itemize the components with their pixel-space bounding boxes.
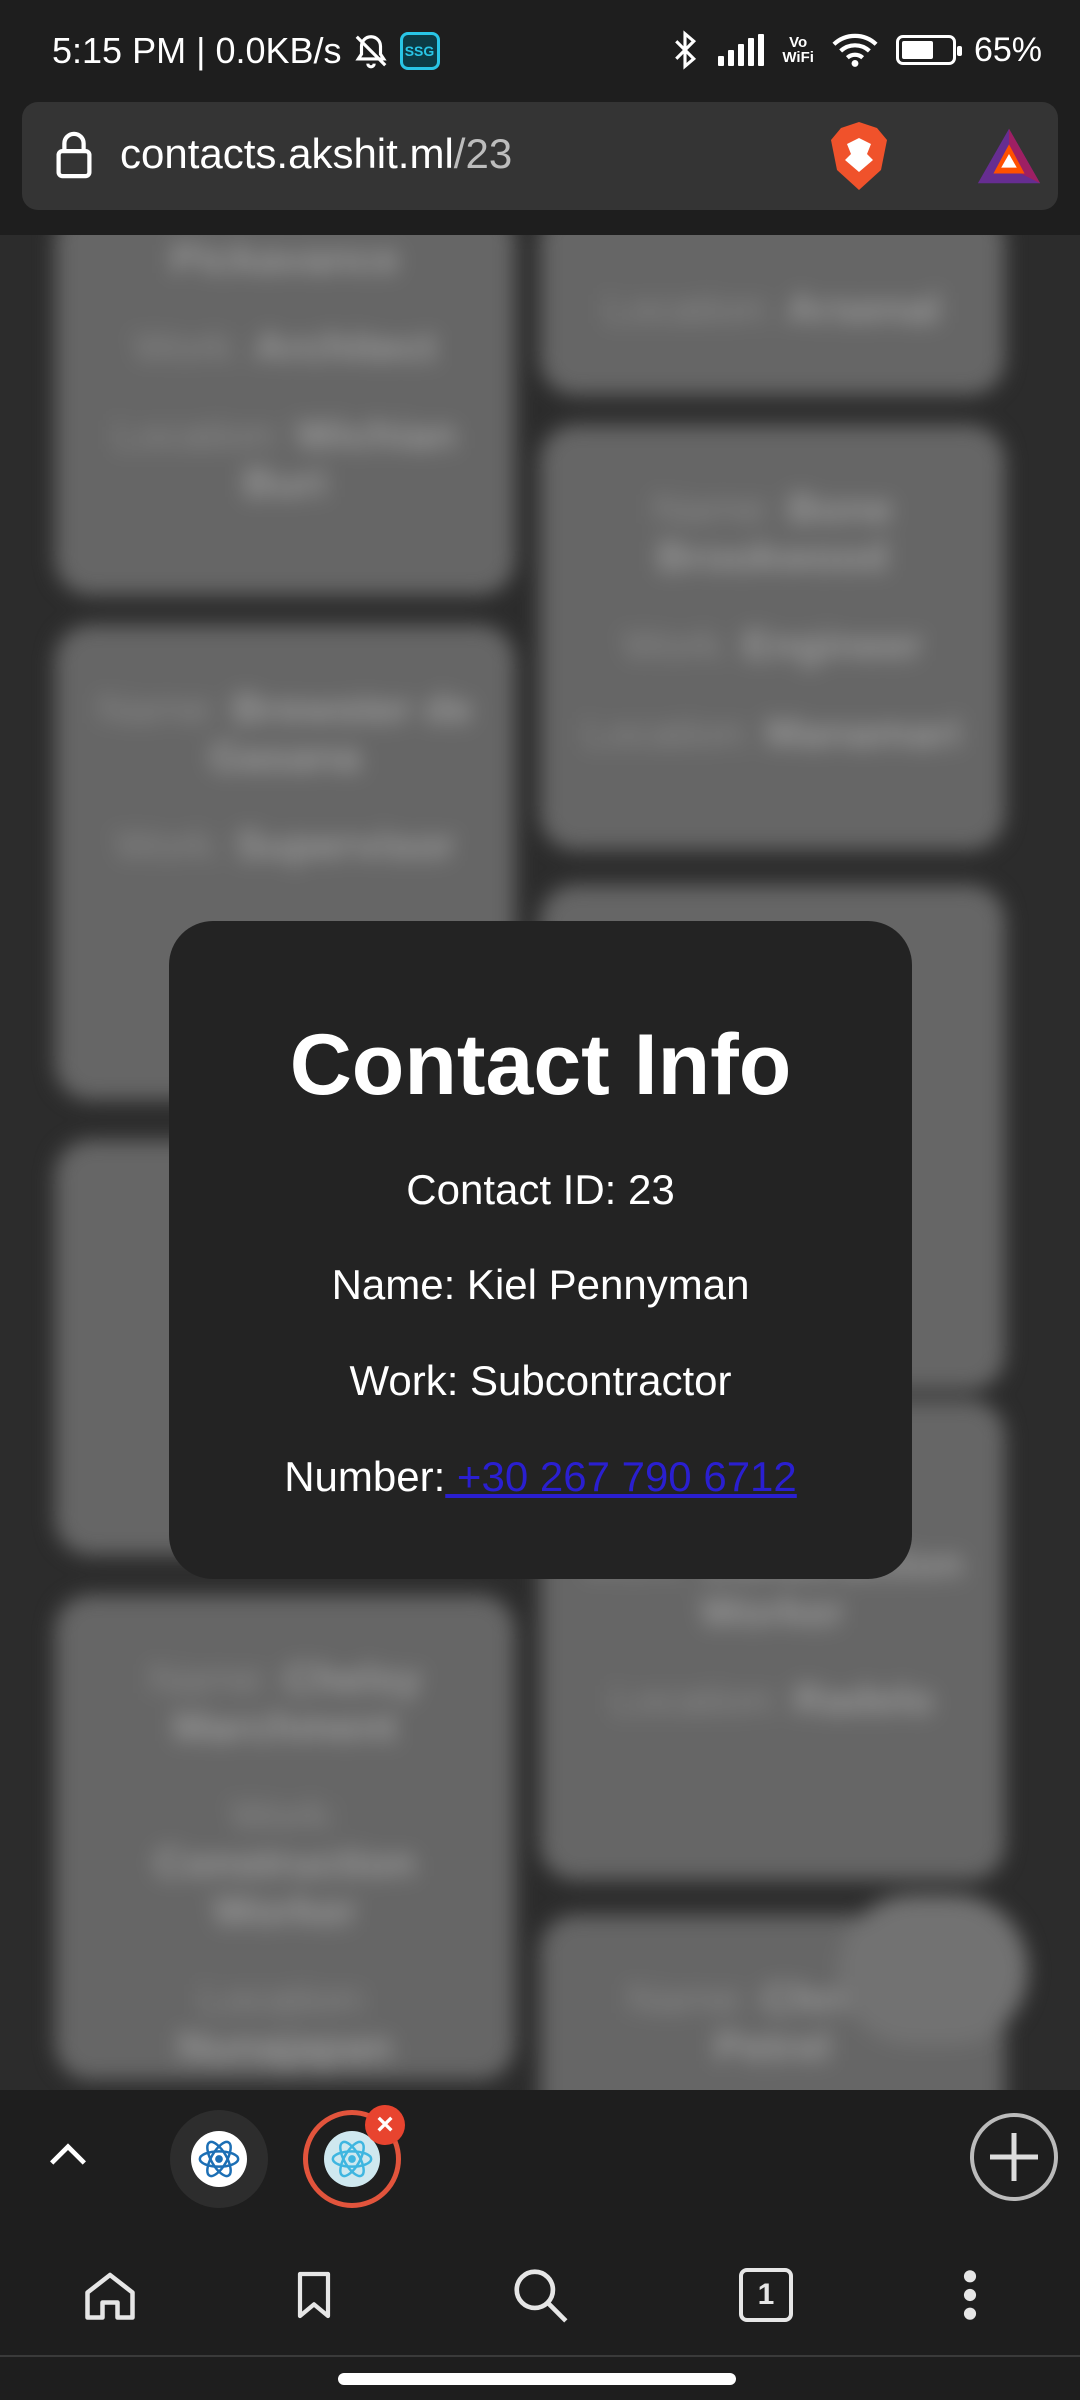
card-work: Construction Worker [154, 1839, 416, 1934]
battery-fill [901, 41, 934, 59]
contact-work: Work: Subcontractor [349, 1357, 732, 1404]
close-tab-icon[interactable]: × [365, 2105, 405, 2145]
card-name: Pickavance [170, 235, 400, 282]
search-icon [514, 2269, 568, 2323]
chevron-up-icon[interactable] [40, 2128, 96, 2184]
card-location: Manamari [765, 709, 962, 756]
card-location: Nunajapan [177, 2023, 393, 2070]
vowifi-icon: Vo WiFi [782, 35, 814, 65]
card-location-label: Location: [604, 285, 775, 332]
brave-shield-icon[interactable] [827, 120, 891, 192]
react-logo-icon [191, 2131, 247, 2187]
battery-percent: 65% [973, 30, 1042, 69]
browser-toolbar: contacts.akshit.ml/23 [0, 100, 1080, 235]
mute-bell-icon [354, 35, 387, 69]
contact-card: Name: Chelsy Marchment Work: Constructio… [55, 1595, 515, 2080]
tabs-button[interactable]: 1 [726, 2255, 806, 2335]
floating-add-button [838, 1895, 1028, 2045]
home-button[interactable] [70, 2255, 150, 2335]
card-name-label: Name: [97, 685, 221, 732]
card-location-label: Location: [113, 411, 285, 458]
status-separator: | [196, 30, 206, 71]
modal-title: Contact Info [289, 1017, 792, 1113]
card-work: Engineer [742, 621, 923, 668]
new-tab-button[interactable] [970, 2113, 1058, 2201]
vowifi-line1: Vo [789, 34, 808, 51]
card-work-label: Work: [230, 1791, 340, 1838]
lock-icon[interactable] [54, 130, 94, 180]
battery-icon [895, 35, 962, 65]
home-icon [85, 2272, 135, 2320]
tab-thumbnail[interactable] [170, 2110, 268, 2208]
card-name: Brewster de Gasana [209, 685, 473, 780]
card-work: Architect [254, 323, 437, 370]
tab-strip: × [0, 2090, 1080, 2225]
status-time: 5:15 PM [52, 30, 187, 71]
contact-card: Location: Arsenal [540, 235, 1005, 395]
status-bar: 5:15 PM | 0.0KB/s SSG Vo WiFi 65% [0, 0, 1080, 100]
card-work-label: Work: [115, 821, 224, 868]
card-work: Supervisor [235, 821, 455, 868]
brave-rewards-icon[interactable] [974, 124, 1044, 188]
address-bar[interactable]: contacts.akshit.ml/23 [22, 102, 1058, 210]
contact-number-label: Number: [284, 1453, 446, 1500]
card-name-label: Name: [626, 1975, 751, 2022]
signal-icon [718, 34, 765, 66]
vowifi-line2: WiFi [782, 49, 814, 66]
card-work-label: Work: [133, 323, 243, 370]
bluetooth-icon [675, 30, 697, 70]
wifi-icon [832, 33, 878, 67]
more-vertical-icon [963, 2270, 977, 2320]
url-domain: contacts.akshit.ml [120, 130, 454, 177]
status-left: 5:15 PM | 0.0KB/s SSG [52, 30, 440, 72]
contact-id: Contact ID: 23 [406, 1166, 675, 1213]
contact-number-row: Number: +30 267 790 6712 [169, 1453, 912, 1501]
card-name-label: Name: [652, 485, 777, 532]
contact-name: Name: Kiel Pennyman [331, 1261, 750, 1308]
card-work-label: Work: [622, 621, 732, 668]
url-path: /23 [453, 130, 513, 177]
network-speed: 0.0KB/s [215, 30, 342, 71]
gesture-home-indicator[interactable] [338, 2373, 736, 2385]
contact-card: Name: Bone Brookwood Work: Engineer Loca… [540, 425, 1005, 850]
ssg-badge-icon: SSG [399, 32, 440, 70]
nav-divider [0, 2355, 1080, 2357]
plus-icon [990, 2133, 1038, 2181]
contact-card: Pickavance Work: Architect Location: Wic… [55, 235, 515, 595]
bookmark-icon [297, 2271, 331, 2319]
card-location-label: Location: [199, 1975, 371, 2022]
menu-button[interactable] [930, 2255, 1010, 2335]
status-right: Vo WiFi 65% [670, 30, 1042, 70]
card-location: Radelo [793, 1676, 934, 1723]
contact-number-link[interactable]: +30 267 790 6712 [445, 1453, 797, 1500]
bottom-navigation: 1 [0, 2225, 1080, 2400]
search-button[interactable] [500, 2255, 580, 2335]
url-text[interactable]: contacts.akshit.ml/23 [120, 130, 512, 178]
card-location: Arsenal [786, 285, 941, 332]
bookmarks-button[interactable] [274, 2255, 354, 2335]
contacts-page: Pickavance Work: Architect Location: Wic… [0, 235, 1080, 2090]
contact-info-modal: Contact Info Contact ID: 23 Name: Kiel P… [169, 921, 912, 1579]
card-name-label: Name: [148, 1655, 273, 1702]
tab-count-icon: 1 [739, 2268, 793, 2322]
card-location-label: Location: [583, 709, 754, 756]
card-location-label: Location: [611, 1676, 782, 1723]
